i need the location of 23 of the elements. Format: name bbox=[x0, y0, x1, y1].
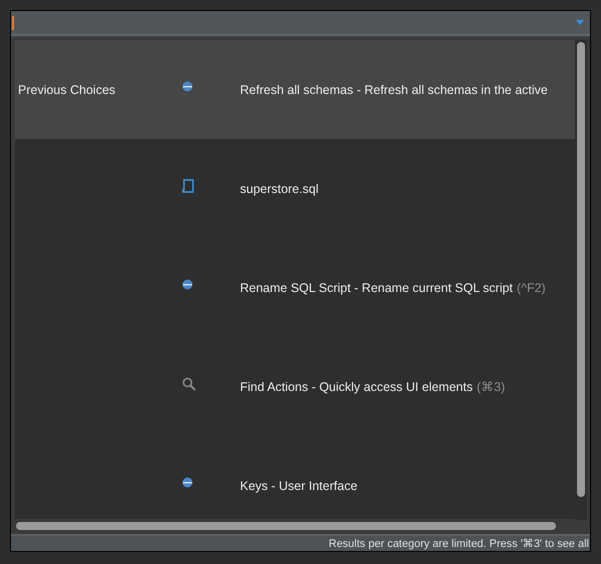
result-text: Find Actions - Quickly access UI elements bbox=[240, 380, 473, 394]
status-text: Results per category are limited. Press '⌘3' to see all bbox=[328, 537, 589, 550]
result-row[interactable]: superstore.sql bbox=[15, 139, 576, 238]
result-text: Keys - User Interface bbox=[240, 478, 358, 492]
result-text: superstore.sql bbox=[240, 182, 319, 196]
category-label: Previous Choices bbox=[18, 82, 116, 96]
result-row[interactable]: Keys - User Interface bbox=[15, 436, 576, 519]
scrollbar-thumb[interactable] bbox=[577, 42, 585, 497]
result-row[interactable]: Previous Choices Refresh all schemas - Refresh all schemas in the active bbox=[15, 40, 576, 139]
action-icon bbox=[182, 81, 193, 92]
shortcut-label: (^F2) bbox=[516, 280, 546, 294]
scrollbar-thumb[interactable] bbox=[16, 522, 556, 530]
shortcut-label: (⌘3) bbox=[476, 380, 506, 394]
file-icon bbox=[182, 178, 194, 192]
search-field[interactable] bbox=[11, 11, 590, 36]
result-text: Rename SQL Script - Rename current SQL script bbox=[240, 280, 513, 294]
result-row[interactable]: Find Actions - Quickly access UI elements (⌘3) bbox=[15, 337, 576, 436]
action-icon bbox=[182, 477, 193, 488]
result-text: Refresh all schemas - Refresh all schemas in the active bbox=[240, 82, 548, 96]
action-icon bbox=[182, 279, 193, 290]
result-row[interactable]: Rename SQL Script - Rename current SQL script (^F2) bbox=[15, 238, 576, 337]
search-icon bbox=[182, 376, 196, 390]
dropdown-icon[interactable] bbox=[576, 20, 584, 25]
